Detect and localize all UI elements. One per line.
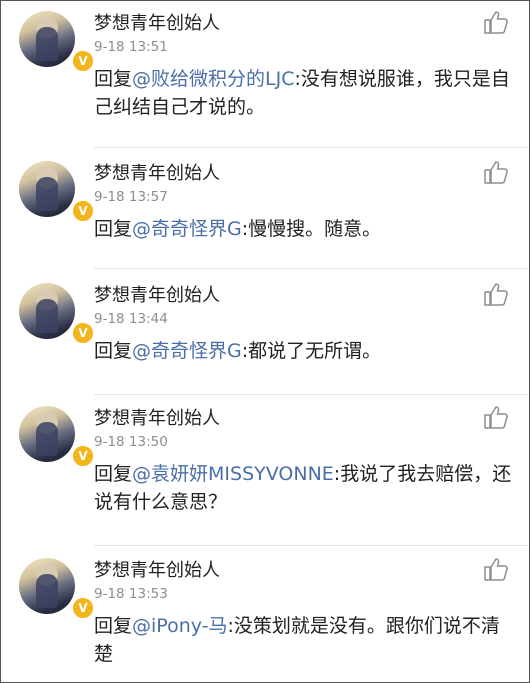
comment-body: :慢慢搜。随意。	[241, 218, 382, 240]
verified-badge-icon: V	[71, 199, 95, 223]
thumbs-up-icon[interactable]	[483, 281, 509, 307]
divider	[94, 394, 529, 395]
username[interactable]: 梦想青年创始人	[94, 281, 220, 307]
mention-link[interactable]: @奇奇怪界G	[132, 340, 242, 362]
reply-prefix: 回复	[94, 218, 133, 240]
mention-link[interactable]: @iPony-马	[132, 615, 228, 637]
username[interactable]: 梦想青年创始人	[94, 159, 220, 185]
avatar-photo	[36, 27, 58, 61]
mention-link[interactable]: @袁妍妍MISSYVONNE	[132, 463, 334, 485]
verified-badge-icon: V	[71, 596, 95, 620]
comment-text: 回复@奇奇怪界G:慢慢搜。随意。	[94, 215, 514, 243]
verified-badge-icon: V	[71, 321, 95, 345]
username[interactable]: 梦想青年创始人	[94, 9, 220, 35]
avatar[interactable]: V	[19, 406, 95, 468]
verified-badge-icon: V	[71, 49, 95, 73]
timestamp: 9-18 13:50	[94, 434, 168, 450]
comment-text: 回复@iPony-马:没策划就是没有。跟你们说不清楚	[94, 612, 514, 668]
avatar-photo	[36, 574, 58, 608]
thumbs-up-icon[interactable]	[483, 404, 509, 430]
timestamp: 9-18 13:53	[94, 586, 168, 602]
comment-text: 回复@奇奇怪界G:都说了无所谓。	[94, 337, 514, 365]
timestamp: 9-18 13:57	[94, 189, 168, 205]
timestamp: 9-18 13:51	[94, 39, 168, 55]
thumbs-up-icon[interactable]	[483, 159, 509, 185]
divider	[94, 268, 529, 269]
thumbs-up-icon[interactable]	[483, 9, 509, 35]
thumbs-up-icon[interactable]	[483, 556, 509, 582]
divider	[94, 147, 529, 148]
avatar-photo	[36, 422, 58, 456]
avatar[interactable]: V	[19, 161, 95, 223]
comment-list: V 梦想青年创始人 9-18 13:51 回复@败给微积分的LJC:没有想说服谁…	[0, 0, 530, 683]
divider	[94, 545, 529, 546]
reply-prefix: 回复	[94, 615, 133, 637]
avatar[interactable]: V	[19, 558, 95, 620]
avatar-photo	[36, 177, 58, 211]
comment-body: :都说了无所谓。	[241, 340, 382, 362]
username[interactable]: 梦想青年创始人	[94, 404, 220, 430]
mention-link[interactable]: @败给微积分的LJC	[132, 68, 294, 90]
avatar[interactable]: V	[19, 11, 95, 73]
avatar-photo	[36, 299, 58, 333]
reply-prefix: 回复	[94, 340, 133, 362]
reply-prefix: 回复	[94, 68, 133, 90]
avatar[interactable]: V	[19, 283, 95, 345]
username[interactable]: 梦想青年创始人	[94, 556, 220, 582]
comment-text: 回复@败给微积分的LJC:没有想说服谁，我只是自己纠结自己才说的。	[94, 65, 514, 121]
mention-link[interactable]: @奇奇怪界G	[132, 218, 242, 240]
comment-text: 回复@袁妍妍MISSYVONNE:我说了我去赔偿，还说有什么意思？	[94, 460, 514, 516]
timestamp: 9-18 13:44	[94, 311, 168, 327]
reply-prefix: 回复	[94, 463, 133, 485]
verified-badge-icon: V	[71, 444, 95, 468]
